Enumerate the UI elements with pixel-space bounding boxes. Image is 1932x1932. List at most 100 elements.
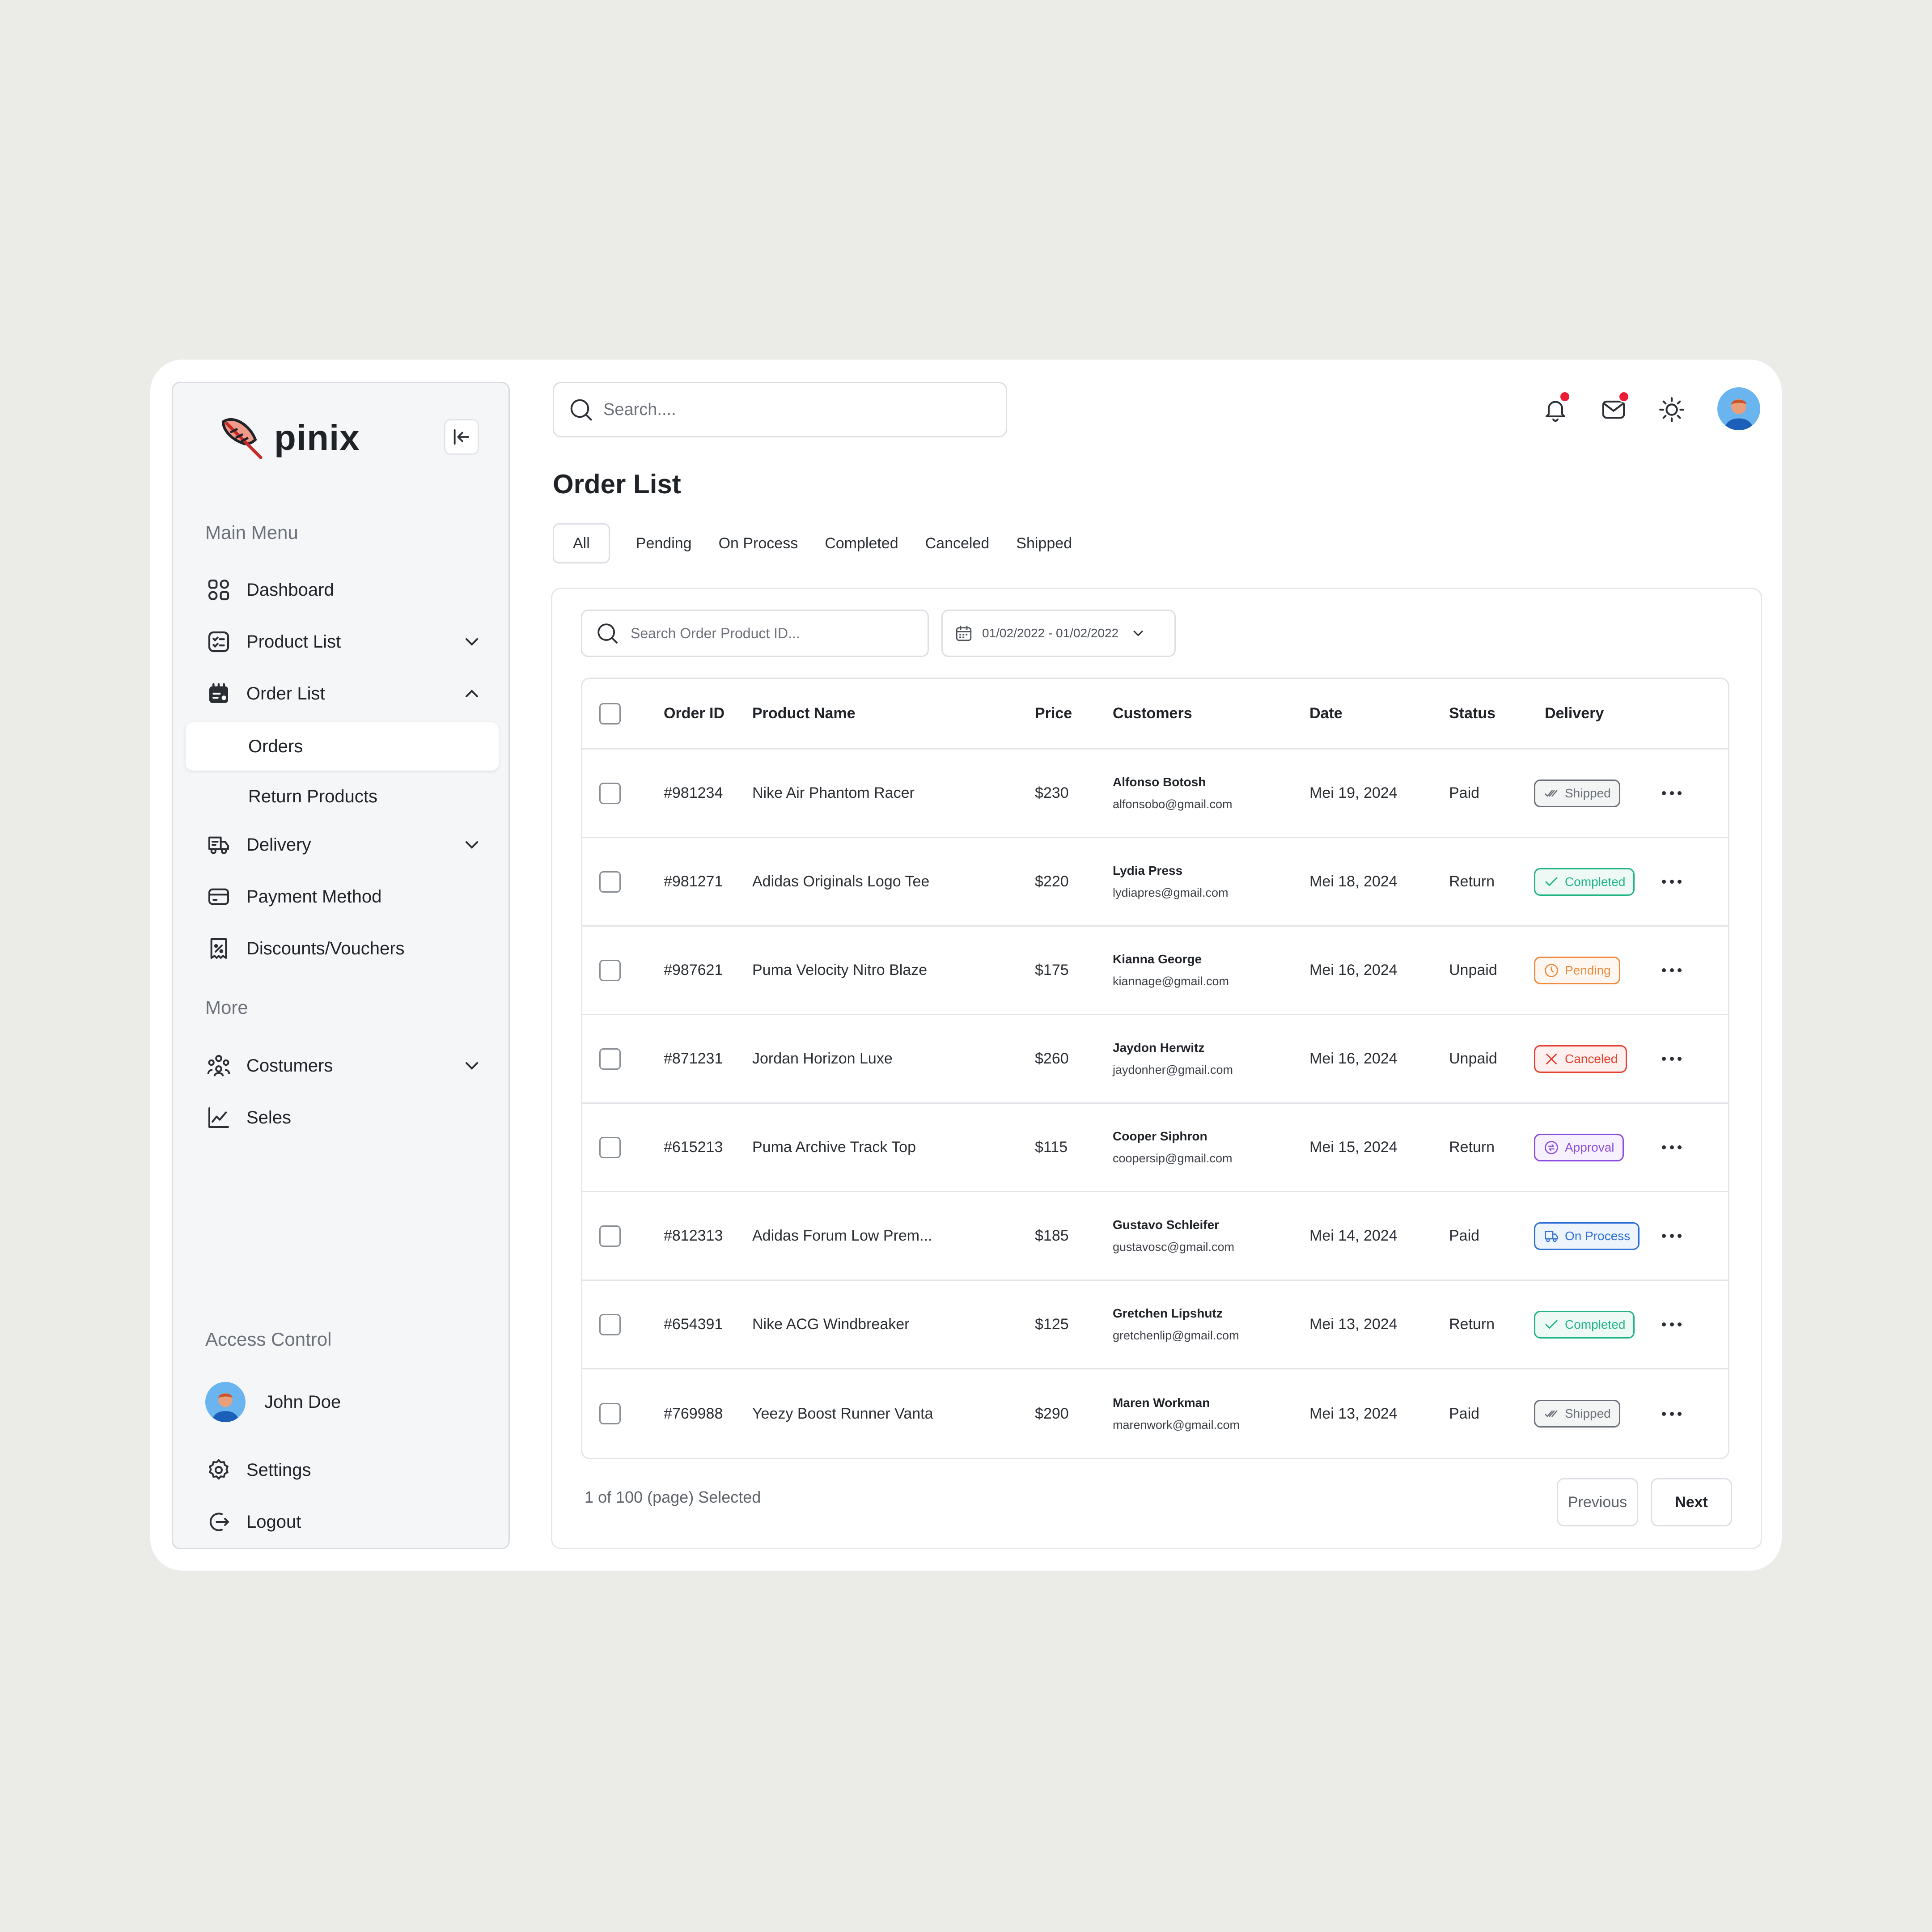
header-status[interactable]: Status — [1449, 679, 1496, 748]
row-checkbox[interactable] — [599, 1225, 621, 1247]
product-name: Nike ACG Windbreaker — [752, 1316, 910, 1333]
tab-on-process[interactable]: On Process — [705, 523, 812, 564]
sidebar-item-costumers[interactable]: Costumers — [205, 1048, 483, 1084]
customer: Gustavo Schleifer gustavosc@gmail.com — [1113, 1192, 1234, 1280]
sidebar-item-discounts-vouchers[interactable]: Discounts/Vouchers — [205, 931, 483, 966]
voucher-icon — [205, 935, 232, 962]
order-search-input[interactable]: Search Order Product ID... — [581, 610, 929, 657]
table-row[interactable]: #769988 Yeezy Boost Runner Vanta $290 Maren… — [582, 1369, 1728, 1458]
header-customers[interactable]: Customers — [1113, 679, 1192, 748]
customer: Jaydon Herwitz jaydonher@gmail.com — [1113, 1015, 1233, 1102]
order-date: Mei 14, 2024 — [1309, 1227, 1398, 1244]
sidebar-item-logout[interactable]: Logout — [205, 1504, 483, 1540]
sidebar-item-label: Discounts/Vouchers — [246, 938, 405, 958]
sidebar-item-product-list[interactable]: Product List — [205, 624, 483, 660]
sidebar-item-label: Logout — [246, 1512, 301, 1532]
header-delivery[interactable]: Delivery — [1545, 679, 1604, 748]
row-actions-cell — [1658, 750, 1685, 837]
delivery-cell: Shipped — [1534, 750, 1620, 837]
tab-pending[interactable]: Pending — [623, 523, 705, 564]
sidebar-item-settings[interactable]: Settings — [205, 1452, 483, 1488]
more-options-icon[interactable] — [1658, 787, 1685, 800]
row-checkbox[interactable] — [599, 1136, 621, 1158]
row-checkbox[interactable] — [599, 959, 621, 981]
payment-status: Paid — [1449, 1227, 1480, 1244]
sidebar-item-delivery[interactable]: Delivery — [205, 827, 483, 863]
table-body: #981234 Nike Air Phantom Racer $230 Alfonso… — [582, 750, 1728, 1458]
table-row[interactable]: #654391 Nike ACG Windbreaker $125 Gretchen … — [582, 1281, 1728, 1369]
table-row[interactable]: #615213 Puma Archive Track Top $115 Cooper … — [582, 1104, 1728, 1192]
sidebar-item-payment-method[interactable]: Payment Method — [205, 879, 483, 915]
select-all-checkbox[interactable] — [599, 703, 621, 724]
messages-button[interactable] — [1596, 391, 1631, 428]
more-options-icon[interactable] — [1658, 1052, 1685, 1066]
delivery-status-label: Completed — [1565, 1317, 1626, 1331]
logout-icon — [205, 1508, 232, 1535]
previous-button[interactable]: Previous — [1557, 1478, 1638, 1526]
tab-canceled[interactable]: Canceled — [912, 523, 1003, 564]
notifications-button[interactable] — [1538, 391, 1573, 428]
date-range-value: 01/02/2022 - 01/02/2022 — [982, 626, 1119, 640]
product-name: Yeezy Boost Runner Vanta — [752, 1405, 933, 1422]
user-name: John Doe — [264, 1392, 341, 1412]
theme-toggle-button[interactable] — [1654, 392, 1690, 428]
sidebar-user-john-doe[interactable]: John Doe — [205, 1382, 483, 1422]
delivery-status-badge: Shipped — [1534, 1400, 1620, 1428]
sidebar-item-dashboard[interactable]: Dashboard — [205, 572, 483, 608]
sidebar-item-label: Dashboard — [246, 580, 334, 600]
row-actions-cell — [1658, 1192, 1685, 1280]
sidebar: pinix Main Menu Dashboard Product List O… — [172, 382, 510, 1549]
header-order-id[interactable]: Order ID — [664, 679, 724, 748]
table-row[interactable]: #987621 Puma Velocity Nitro Blaze $175 Kian… — [582, 927, 1728, 1015]
sidebar-subitem-return-products[interactable]: Return Products — [186, 772, 499, 821]
row-checkbox[interactable] — [599, 1403, 621, 1424]
table-row[interactable]: #981234 Nike Air Phantom Racer $230 Alfonso… — [582, 750, 1728, 838]
row-checkbox-cell — [599, 1104, 621, 1191]
header-product-name[interactable]: Product Name — [752, 679, 856, 748]
order-id: #981271 — [664, 873, 723, 890]
shipped-icon — [1545, 1410, 1558, 1417]
tab-all[interactable]: All — [553, 523, 610, 564]
customer: Kianna George kiannage@gmail.com — [1113, 927, 1229, 1014]
payment-status: Paid — [1449, 1405, 1480, 1422]
order-search-placeholder: Search Order Product ID... — [631, 625, 800, 641]
tab-completed[interactable]: Completed — [811, 523, 911, 564]
more-options-icon[interactable] — [1658, 1141, 1685, 1154]
customer-email: marenwork@gmail.com — [1113, 1418, 1240, 1432]
header-price[interactable]: Price — [1035, 679, 1072, 748]
table-row[interactable]: #812313 Adidas Forum Low Prem... $185 Gusta… — [582, 1192, 1728, 1281]
users-icon — [205, 1052, 232, 1079]
more-options-icon[interactable] — [1658, 1318, 1685, 1331]
price: $175 — [1035, 962, 1069, 979]
delivery-cell: Shipped — [1534, 1369, 1620, 1458]
more-options-icon[interactable] — [1658, 875, 1685, 889]
table-row[interactable]: #871231 Jordan Horizon Luxe $260 Jaydon Her… — [582, 1015, 1728, 1104]
collapse-sidebar-button[interactable] — [444, 419, 479, 455]
sidebar-subitem-orders[interactable]: Orders — [186, 722, 499, 771]
delivery-cell: Completed — [1534, 1281, 1635, 1368]
row-checkbox[interactable] — [599, 1048, 621, 1070]
date-range-picker[interactable]: 01/02/2022 - 01/02/2022 — [941, 610, 1176, 657]
delivery-status-label: Shipped — [1565, 1407, 1611, 1420]
order-id: #654391 — [664, 1316, 723, 1333]
row-checkbox[interactable] — [599, 1313, 621, 1335]
row-checkbox[interactable] — [599, 782, 621, 804]
table-row[interactable]: #981271 Adidas Originals Logo Tee $220 Lydi… — [582, 838, 1728, 927]
sidebar-item-seles[interactable]: Seles — [205, 1100, 483, 1135]
row-actions-cell — [1658, 838, 1685, 925]
chevron-down-icon — [1133, 631, 1143, 636]
next-button[interactable]: Next — [1651, 1478, 1732, 1526]
delivery-cell: Canceled — [1534, 1015, 1627, 1102]
header-date[interactable]: Date — [1309, 679, 1343, 748]
global-search-input[interactable]: Search.... — [553, 382, 1007, 437]
tab-shipped[interactable]: Shipped — [1003, 523, 1085, 564]
delivery-cell: Completed — [1534, 838, 1635, 925]
profile-avatar[interactable] — [1717, 387, 1760, 430]
clock-icon — [1545, 963, 1558, 977]
price: $260 — [1035, 1050, 1069, 1067]
sidebar-item-order-list[interactable]: Order List — [205, 676, 483, 712]
more-options-icon[interactable] — [1658, 1229, 1685, 1243]
more-options-icon[interactable] — [1658, 1407, 1685, 1420]
row-checkbox[interactable] — [599, 871, 621, 893]
more-options-icon[interactable] — [1658, 964, 1685, 977]
